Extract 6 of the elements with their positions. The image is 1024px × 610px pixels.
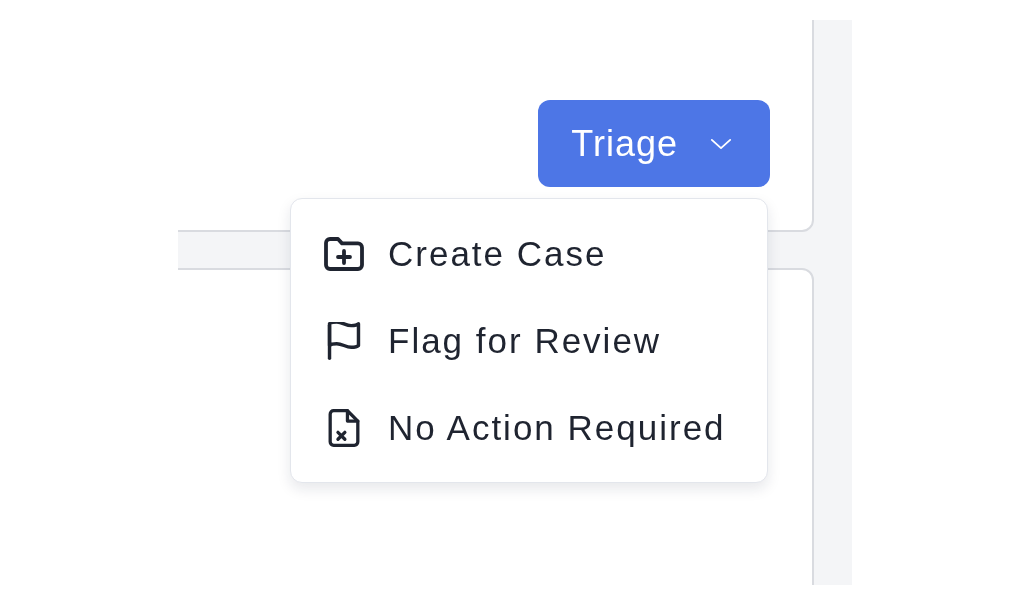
dropdown-button[interactable]: Triage xyxy=(538,100,770,187)
menu-item[interactable]: Flag for Review xyxy=(291,297,767,384)
chevron-down-icon xyxy=(710,137,732,150)
folder-plus-icon xyxy=(324,234,364,273)
menu-item[interactable]: Create Case xyxy=(291,210,767,297)
menu-item[interactable]: No Action Required xyxy=(291,384,767,471)
